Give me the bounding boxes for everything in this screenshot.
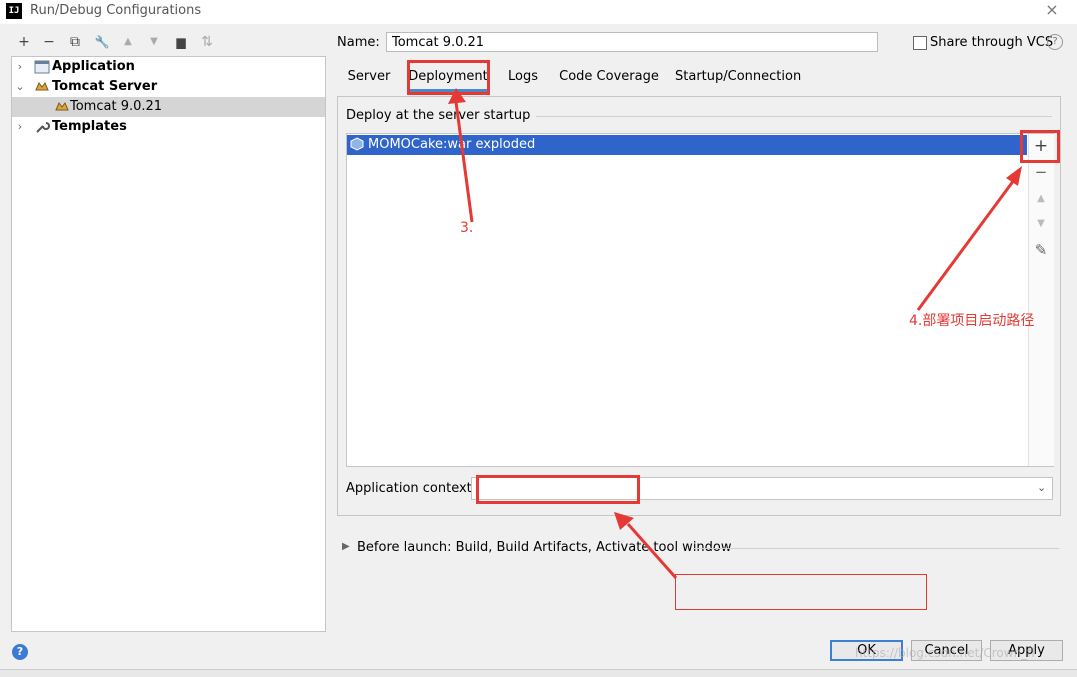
share-vcs-checkbox[interactable] — [913, 36, 927, 50]
annotation-box-add-button — [1020, 130, 1060, 163]
chevron-down-icon[interactable]: ⌄ — [1037, 481, 1046, 494]
edit-icon[interactable]: ✎ — [1031, 240, 1051, 260]
watermark: https://blog.csdn.net/Crown_fl — [855, 646, 1035, 660]
help-button[interactable]: ? — [12, 644, 28, 660]
app-context-label: Application context: — [346, 481, 477, 496]
tab-logs[interactable]: Logs — [503, 62, 543, 92]
before-launch-label[interactable]: Before launch: Build, Build Artifacts, A… — [357, 540, 732, 555]
window-title: Run/Debug Configurations — [30, 3, 202, 18]
move-down-icon[interactable]: ▼ — [1031, 214, 1051, 234]
list-side-toolbar — [1028, 134, 1054, 466]
help-icon[interactable]: ? — [1047, 34, 1063, 50]
tree-item-label: Templates — [52, 119, 127, 134]
annotation-box-empty — [675, 574, 927, 610]
chevron-right-icon[interactable]: › — [14, 117, 26, 137]
close-icon[interactable]: × — [1042, 0, 1062, 20]
folder-icon[interactable]: ▆ — [172, 33, 190, 51]
intellij-logo-icon: IJ — [6, 3, 22, 19]
artifact-icon — [350, 137, 364, 151]
annotation-box-deployment-tab — [407, 60, 490, 95]
artifact-label: MOMOCake:war exploded — [368, 137, 536, 152]
remove-icon[interactable]: − — [40, 33, 58, 51]
annotation-box-context — [476, 475, 640, 504]
tomcat-icon — [54, 100, 70, 114]
sort-icon[interactable]: ⇅ — [198, 33, 216, 51]
artifact-list[interactable] — [346, 133, 1054, 467]
name-label: Name: — [337, 35, 380, 50]
add-icon[interactable]: + — [15, 33, 33, 51]
tab-server[interactable]: Server — [345, 62, 393, 92]
wrench-icon[interactable]: 🔧 — [93, 33, 111, 51]
annotation-step4: 4.部署项目启动路径 — [909, 313, 1035, 329]
tree-item-label: Tomcat 9.0.21 — [70, 99, 163, 114]
share-vcs-label: Share through VCS — [930, 35, 1054, 50]
remove-icon[interactable]: − — [1031, 162, 1051, 182]
application-icon — [34, 60, 50, 74]
chevron-right-icon[interactable]: › — [14, 57, 26, 77]
annotation-step3: 3. — [460, 220, 474, 236]
wrench-icon — [34, 120, 50, 134]
tomcat-icon — [34, 80, 50, 94]
tab-code-coverage[interactable]: Code Coverage — [559, 62, 659, 92]
move-up-icon[interactable]: ▲ — [1031, 189, 1051, 209]
chevron-right-icon[interactable]: ▶ — [342, 541, 350, 552]
tree-item-tomcat-9[interactable]: Tomcat 9.0.21 — [12, 97, 325, 117]
tree-item-label: Application — [52, 59, 135, 74]
tree-item-templates[interactable]: › Templates — [12, 117, 325, 137]
tab-startup-connection[interactable]: Startup/Connection — [675, 62, 801, 92]
tree-item-application[interactable]: › Application — [12, 57, 325, 77]
tree-item-tomcat-server[interactable]: ⌄ Tomcat Server — [12, 77, 325, 97]
configuration-tree: › Application ⌄ Tomcat Server Tomcat 9.0… — [11, 56, 326, 632]
move-up-icon[interactable]: ▲ — [119, 33, 137, 51]
move-down-icon[interactable]: ▼ — [145, 33, 163, 51]
deploy-section-title: Deploy at the server startup — [346, 108, 537, 123]
chevron-down-icon[interactable]: ⌄ — [14, 77, 26, 97]
section-divider — [693, 548, 1059, 549]
copy-icon[interactable]: ⧉ — [66, 33, 84, 51]
name-input[interactable] — [386, 32, 878, 52]
tree-item-label: Tomcat Server — [52, 79, 158, 94]
